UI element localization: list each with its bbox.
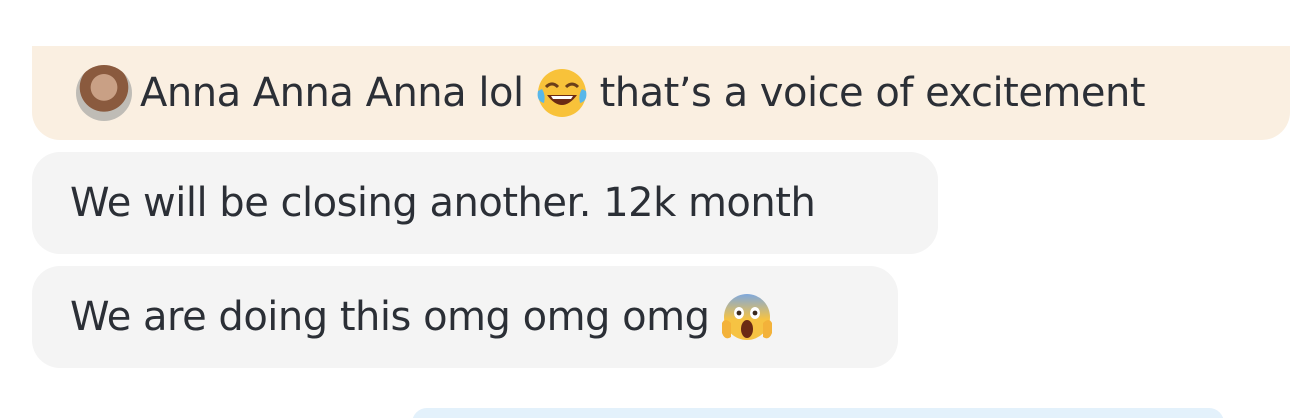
outgoing-message-bubble-partial[interactable] [412, 408, 1224, 418]
message-bubble[interactable]: We will be closing another. 12k month [32, 152, 938, 254]
laughing-with-tears-emoji-icon [534, 65, 590, 121]
chat-thread: Anna Anna Anna lol that’s a voice of exc… [0, 0, 1310, 418]
message-bubble-highlighted[interactable]: Anna Anna Anna lol that’s a voice of exc… [32, 46, 1290, 140]
message-text: We are doing this omg omg omg [70, 294, 710, 340]
message-text: We will be closing another. 12k month [70, 180, 816, 226]
message-bubble[interactable]: We are doing this omg omg omg [32, 266, 898, 368]
message-text: Anna Anna Anna lol [140, 70, 524, 116]
message-text-continuation: that’s a voice of excitement [599, 70, 1146, 116]
user-avatar[interactable] [76, 65, 132, 121]
screaming-face-emoji-icon [719, 289, 775, 345]
